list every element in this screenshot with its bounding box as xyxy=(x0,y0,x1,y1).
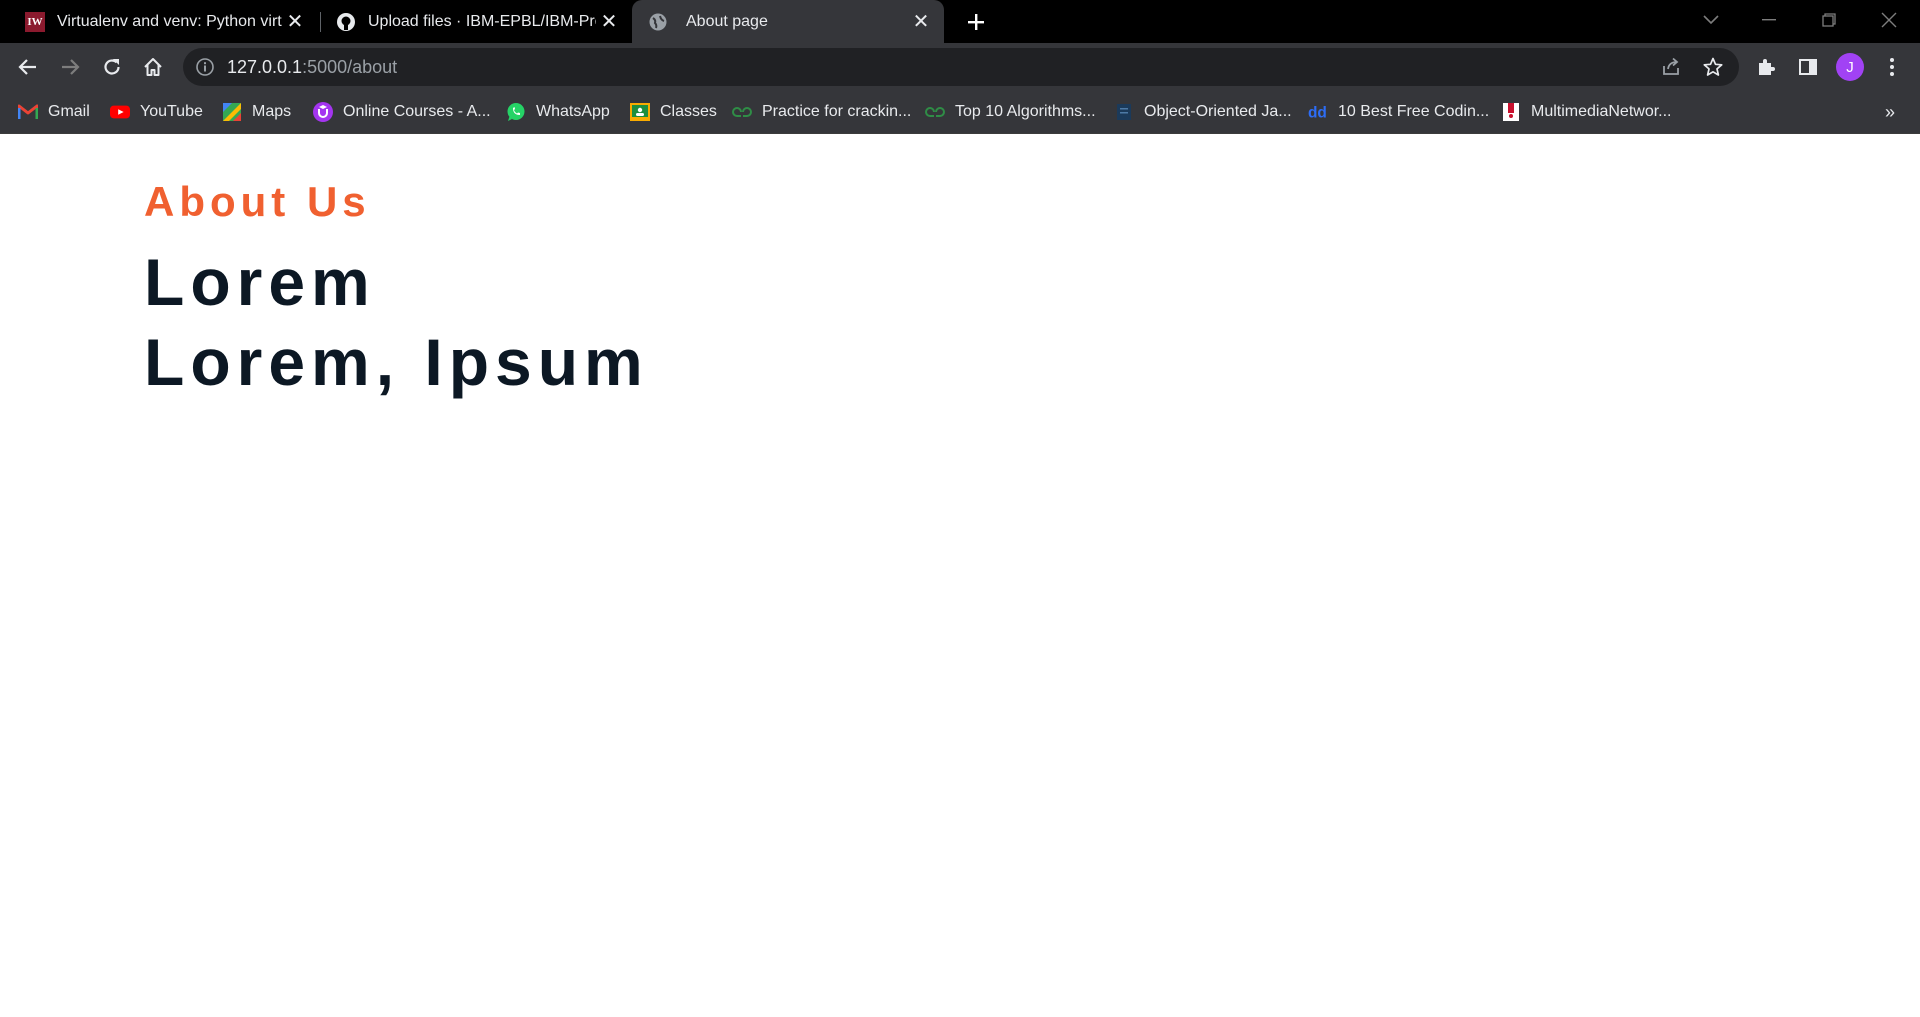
iw-badge: IW xyxy=(25,11,45,32)
gfg-icon xyxy=(925,102,945,122)
back-arrow-icon[interactable] xyxy=(12,51,44,83)
url-path: :5000/about xyxy=(302,57,398,77)
home-icon[interactable] xyxy=(137,51,169,83)
tab-virtualenv[interactable]: IW Virtualenv and venv: Python virtu ✕ xyxy=(0,0,318,43)
github-icon xyxy=(336,12,356,32)
bookmark-label: Maps xyxy=(252,103,292,120)
bookmark-label: WhatsApp xyxy=(536,103,610,120)
tab-title: Virtualenv and venv: Python virtu xyxy=(57,12,282,30)
share-icon[interactable] xyxy=(1655,51,1687,83)
tab-strip: IW Virtualenv and venv: Python virtu ✕ U… xyxy=(0,0,1920,43)
whatsapp-icon xyxy=(506,102,526,122)
bookmarks-overflow-chevron-icon[interactable]: » xyxy=(1878,99,1902,125)
browser-toolbar: 127.0.0.1:5000/about J xyxy=(0,43,1920,91)
kebab-menu-icon[interactable] xyxy=(1876,51,1908,83)
bookmark-whatsapp[interactable]: WhatsApp xyxy=(506,99,610,125)
multimedia-icon xyxy=(1501,102,1521,122)
close-icon[interactable]: ✕ xyxy=(596,9,622,35)
headline-line-2: Lorem, Ipsum xyxy=(144,325,649,399)
bookmark-label: MultimediaNetwor... xyxy=(1531,103,1672,120)
new-tab-plus-icon[interactable] xyxy=(960,6,992,38)
address-bar[interactable]: 127.0.0.1:5000/about xyxy=(183,48,1739,86)
bookmark-10-best-free-coding[interactable]: dd 10 Best Free Codin... xyxy=(1308,99,1489,125)
bookmark-youtube[interactable]: YouTube xyxy=(110,99,203,125)
restore-icon[interactable] xyxy=(1800,0,1858,40)
url-host: 127.0.0.1 xyxy=(227,57,303,77)
gfg-icon xyxy=(732,102,752,122)
page-content: About Us Lorem Lorem, Ipsum xyxy=(0,134,1920,1017)
bookmark-gmail[interactable]: Gmail xyxy=(18,99,90,125)
bookmark-label: YouTube xyxy=(140,103,203,120)
tab-search-chevron-down-icon[interactable] xyxy=(1682,0,1740,40)
bookmark-label: Object-Oriented Ja... xyxy=(1144,103,1292,120)
tab-separator xyxy=(320,12,321,32)
close-window-icon[interactable] xyxy=(1860,0,1918,40)
doc-icon xyxy=(1114,102,1134,122)
bookmark-object-oriented[interactable]: Object-Oriented Ja... xyxy=(1114,99,1292,125)
bookmark-top-10-algorithms[interactable]: Top 10 Algorithms... xyxy=(925,99,1096,125)
extensions-puzzle-icon[interactable] xyxy=(1750,51,1782,83)
site-info-icon[interactable] xyxy=(195,57,215,77)
headline-line-1: Lorem xyxy=(144,245,376,319)
dd-icon: dd xyxy=(1308,102,1328,122)
bookmark-practice[interactable]: Practice for crackin... xyxy=(732,99,911,125)
tab-about-page[interactable]: About page ✕ xyxy=(632,0,944,43)
svg-text:dd: dd xyxy=(1308,104,1327,120)
bookmark-online-courses[interactable]: Online Courses - A... xyxy=(313,99,491,125)
bookmark-label: Gmail xyxy=(48,103,90,120)
bookmark-label: Top 10 Algorithms... xyxy=(955,103,1096,120)
gmail-icon xyxy=(18,102,38,122)
maps-icon xyxy=(222,102,242,122)
forward-arrow-icon[interactable] xyxy=(54,51,86,83)
side-panel-icon[interactable] xyxy=(1792,51,1824,83)
url-text[interactable]: 127.0.0.1:5000/about xyxy=(227,57,397,78)
tab-title: Upload files · IBM-EPBL/IBM-Proj xyxy=(368,12,596,30)
bookmark-star-icon[interactable] xyxy=(1697,51,1729,83)
bookmarks-bar: Gmail YouTube Maps Online Courses - A...… xyxy=(0,91,1920,134)
bookmark-label: 10 Best Free Codin... xyxy=(1338,103,1490,120)
bookmark-classes[interactable]: Classes xyxy=(630,99,717,125)
close-icon[interactable]: ✕ xyxy=(908,9,934,35)
udemy-icon xyxy=(313,102,333,122)
youtube-icon xyxy=(110,102,130,122)
globe-icon xyxy=(648,12,668,32)
profile-avatar[interactable]: J xyxy=(1836,53,1864,81)
iw-favicon-icon: IW xyxy=(25,11,45,32)
minimize-icon[interactable] xyxy=(1740,0,1798,40)
bookmark-maps[interactable]: Maps xyxy=(222,99,291,125)
tab-upload-files[interactable]: Upload files · IBM-EPBL/IBM-Proj ✕ xyxy=(322,0,632,43)
reload-icon[interactable] xyxy=(96,51,128,83)
bookmark-label: Classes xyxy=(660,103,717,120)
bookmark-multimedia-network[interactable]: MultimediaNetwor... xyxy=(1501,99,1672,125)
section-label: About Us xyxy=(144,178,371,225)
close-icon[interactable]: ✕ xyxy=(282,9,308,35)
bookmark-label: Practice for crackin... xyxy=(762,103,912,120)
bookmark-label: Online Courses - A... xyxy=(343,103,491,120)
classroom-icon xyxy=(630,102,650,122)
tab-title: About page xyxy=(686,12,768,30)
